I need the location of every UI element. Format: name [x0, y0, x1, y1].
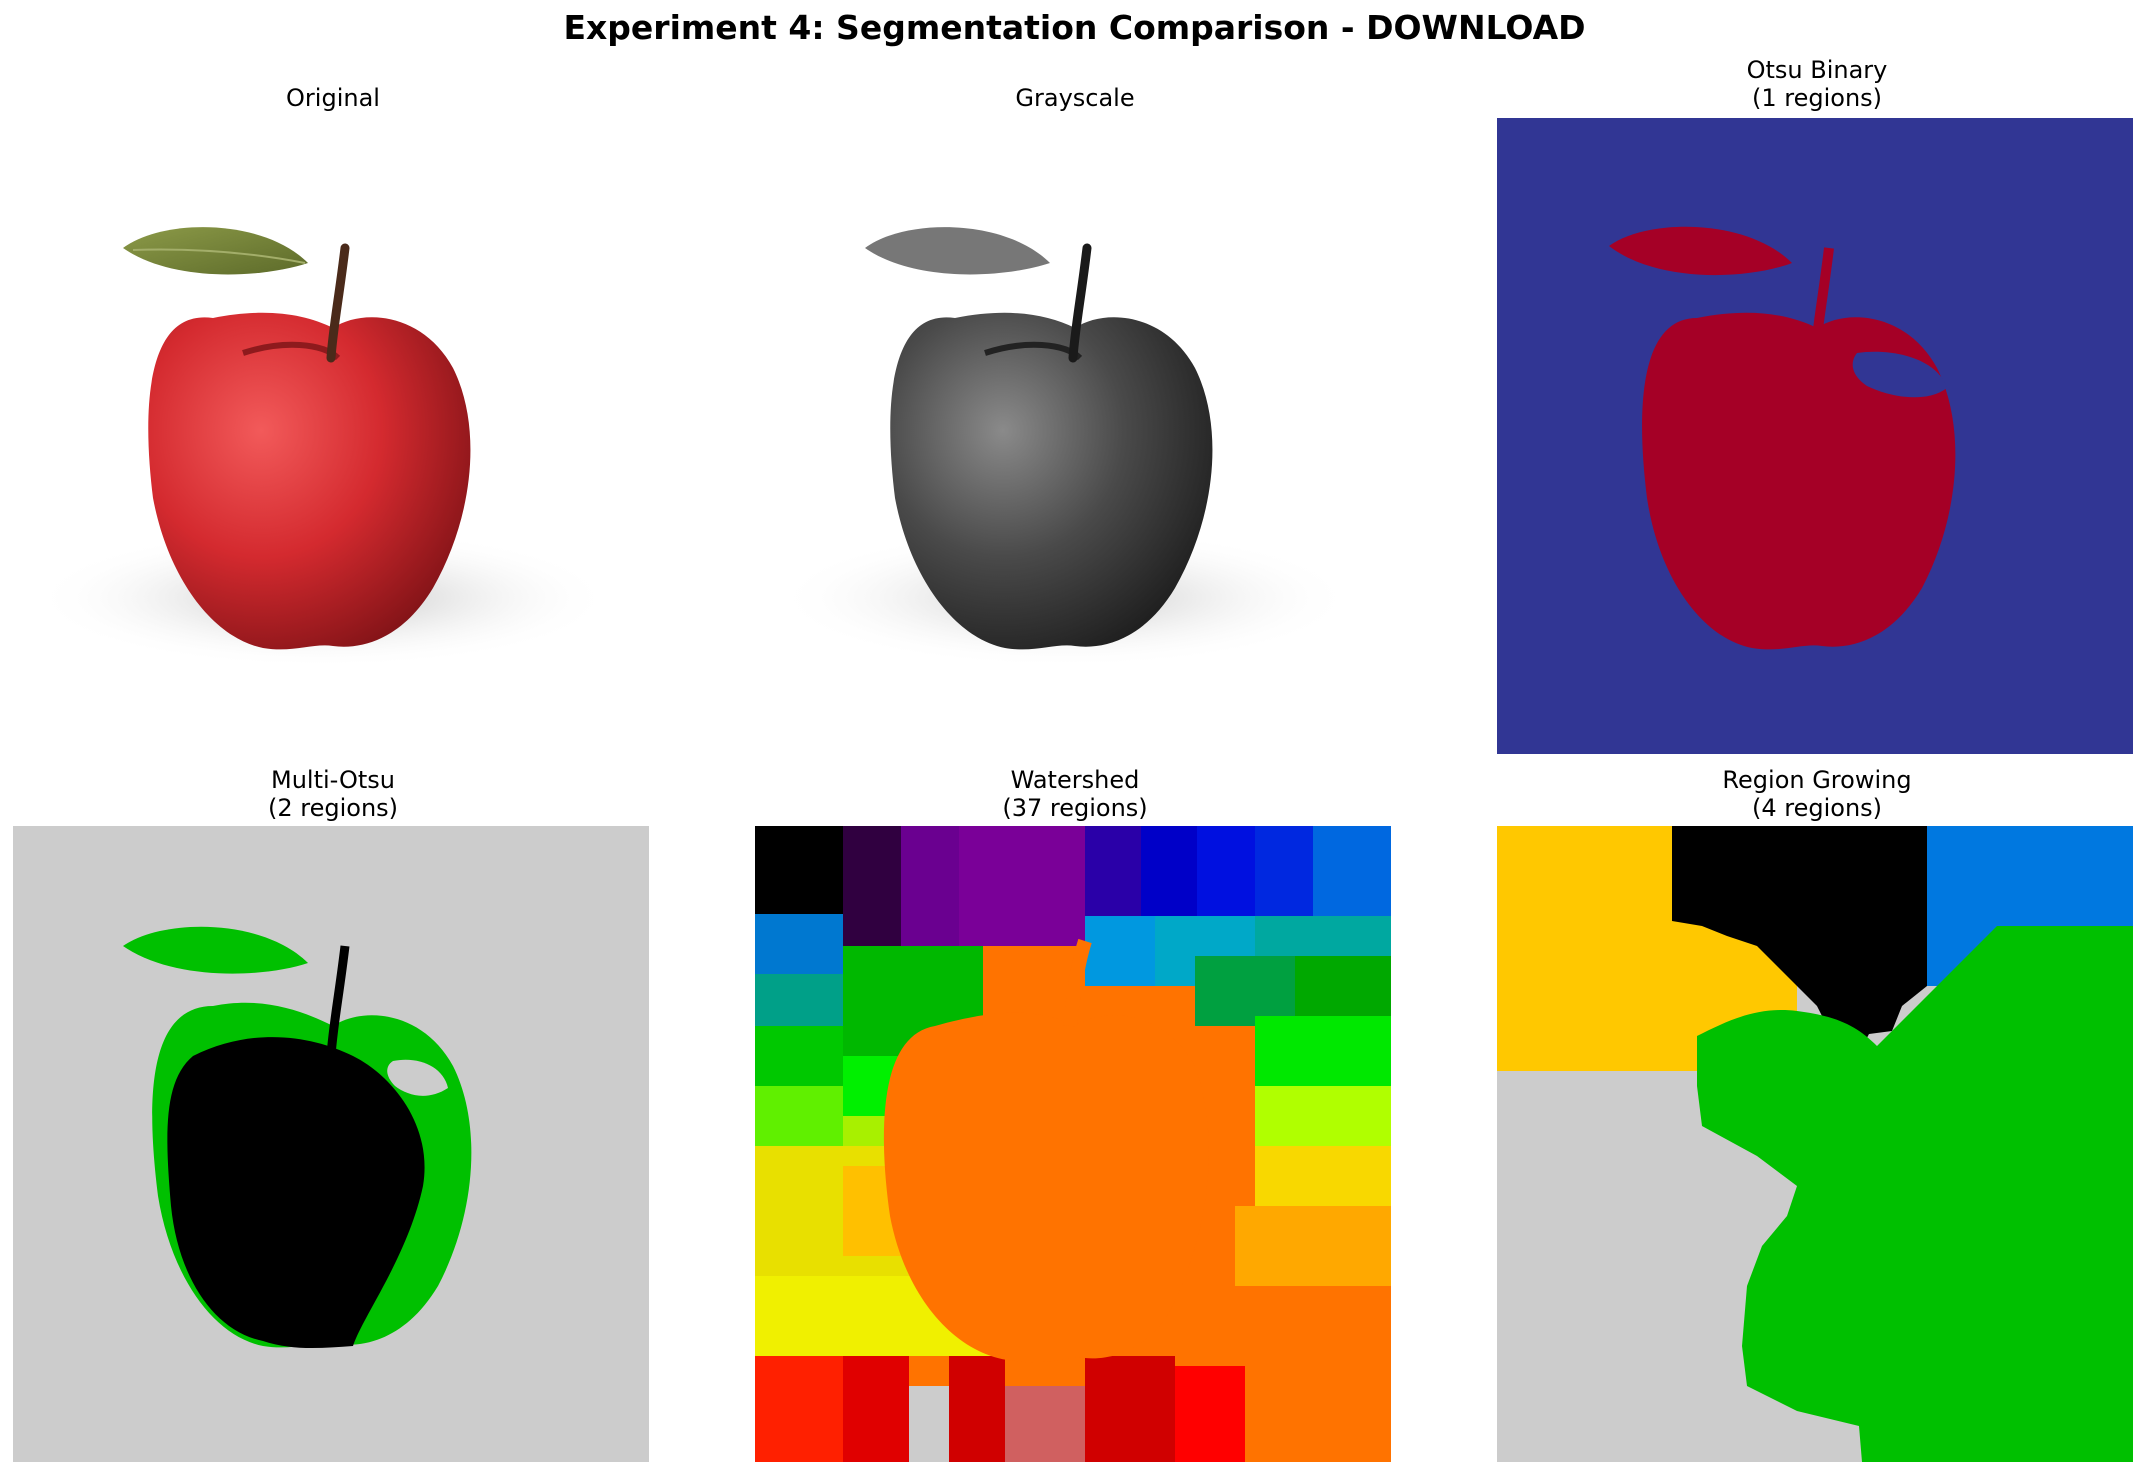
panel-title-original-text: Original	[286, 84, 380, 112]
panel-title-region-growing: Region Growing (4 regions)	[1497, 766, 2137, 822]
panel-title-grayscale: Grayscale	[755, 84, 1395, 112]
watershed-apple-region	[883, 1012, 1209, 1363]
panel-multi-otsu-image	[13, 826, 649, 1462]
panel-region-growing-image	[1497, 826, 2133, 1462]
panel-original-image	[13, 118, 649, 754]
figure-title: Experiment 4: Segmentation Comparison - …	[563, 8, 1586, 47]
panel-title-multi-otsu-text: Multi-Otsu	[270, 766, 395, 794]
panel-title-otsu-text: Otsu Binary	[1746, 56, 1888, 84]
gray-apple-body	[890, 312, 1213, 650]
panel-grayscale-image	[755, 118, 1391, 754]
apple-body	[148, 312, 471, 650]
panel-subtitle-region-growing: (4 regions)	[1751, 794, 1883, 822]
panel-watershed-image	[755, 826, 1391, 1462]
panel-title-original: Original	[13, 84, 653, 112]
panel-title-watershed: Watershed (37 regions)	[755, 766, 1395, 822]
panel-subtitle-multi-otsu: (2 regions)	[267, 794, 399, 822]
panel-subtitle-otsu: (1 regions)	[1751, 84, 1883, 112]
panel-subtitle-watershed: (37 regions)	[1002, 794, 1148, 822]
panel-title-watershed-text: Watershed	[1010, 766, 1140, 794]
panel-title-otsu: Otsu Binary (1 regions)	[1497, 56, 2137, 112]
panel-otsu-image	[1497, 118, 2133, 754]
panel-title-region-growing-text: Region Growing	[1722, 766, 1912, 794]
panel-title-multi-otsu: Multi-Otsu (2 regions)	[13, 766, 653, 822]
panel-title-grayscale-text: Grayscale	[1015, 84, 1135, 112]
